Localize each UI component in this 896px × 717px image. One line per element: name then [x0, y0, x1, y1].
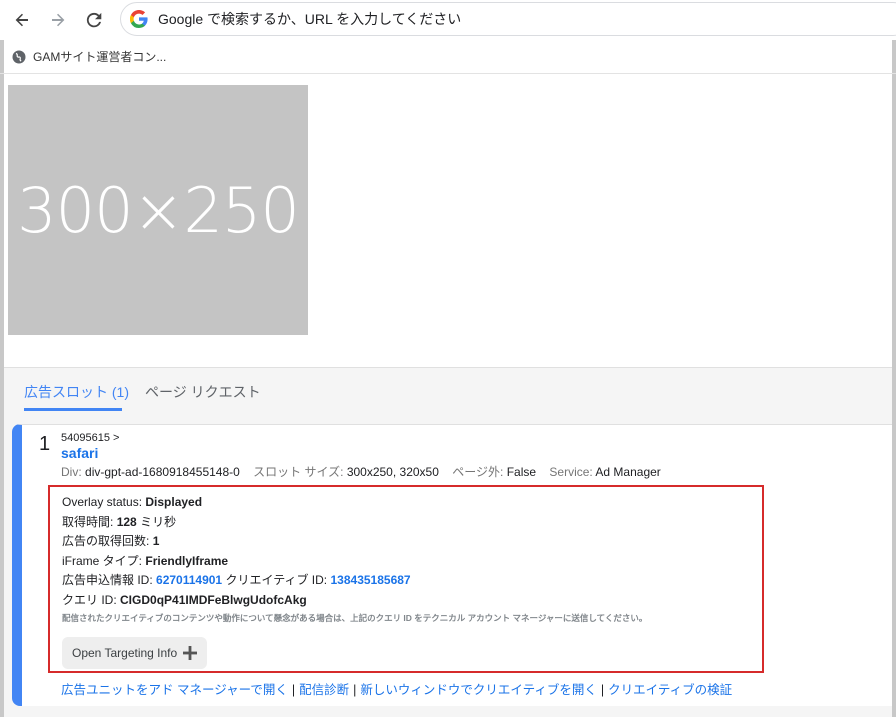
link-separator: | — [291, 683, 296, 697]
omnibox-placeholder: Google で検索するか、URL を入力してください — [158, 11, 462, 27]
console-tabs: 広告スロット (1) ページ リクエスト — [4, 368, 892, 412]
arrow-right-icon — [52, 13, 65, 27]
reload-button[interactable] — [82, 8, 106, 32]
creative-label: クリエイティブ ID: — [225, 573, 328, 587]
verify-creative-link[interactable]: クリエイティブの検証 — [608, 683, 732, 697]
slot-path[interactable]: 54095615 > — [61, 432, 119, 444]
query-value: CIGD0qP41IMDFeBlwgUdofcAkg — [120, 592, 307, 607]
omnibox[interactable]: Google で検索するか、URL を入力してください — [120, 2, 896, 36]
tab-page-request[interactable]: ページ リクエスト — [145, 382, 261, 402]
ad-slot-card: 1 54095615 > safari Div: div-gpt-ad-1680… — [12, 424, 892, 706]
div-value: div-gpt-ad-1680918455148-0 — [85, 465, 240, 479]
overlay-status-row: Overlay status: Displayed — [62, 493, 750, 513]
query-label: クエリ ID: — [62, 592, 117, 607]
link-separator: | — [353, 683, 357, 697]
slot-meta: Div: div-gpt-ad-1680918455148-0 スロット サイズ… — [61, 463, 671, 480]
fetch-count-value: 1 — [152, 534, 160, 548]
lineitem-label: 広告申込情報 ID: — [62, 573, 153, 587]
delivery-diagnostics-link[interactable]: 配信診断 — [299, 683, 349, 697]
lineitem-id-link[interactable]: 6270114901 — [156, 573, 222, 587]
iframe-label: iFrame タイプ: — [62, 553, 143, 568]
globe-icon — [12, 50, 26, 63]
overlay-label: Overlay status: — [62, 495, 143, 509]
browser-toolbar: Google で検索するか、URL を入力してください — [0, 0, 896, 40]
query-id-note: 配信されたクリエイティブのコンテンツや動作について懸念がある場合は、上記のクエリ… — [62, 613, 648, 623]
fetch-time-row: 取得時間: 128 ミリ秒 — [62, 513, 750, 533]
link-separator: | — [600, 683, 605, 697]
ad-size-label: 300×250 — [17, 173, 300, 247]
slot-size-value: 300x250, 320x50 — [346, 465, 439, 479]
forward-button[interactable] — [46, 8, 70, 32]
bookmarks-bar: GAMサイト運営者コン... — [0, 40, 896, 74]
google-logo-icon — [130, 10, 148, 28]
fetch-count-row: 広告の取得回数: 1 — [62, 532, 750, 552]
bookmark-item[interactable]: GAMサイト運営者コン... — [33, 48, 166, 65]
publisher-console: 広告スロット (1) ページ リクエスト 1 54095615 > safari… — [4, 367, 892, 717]
ids-row: 広告申込情報 ID: 6270114901 クリエイティブ ID: 138435… — [62, 571, 750, 591]
fetch-count-label: 広告の取得回数: — [62, 534, 150, 548]
fetch-time-unit: ミリ秒 — [140, 514, 177, 529]
slot-details-highlight: Overlay status: Displayed 取得時間: 128 ミリ秒 … — [48, 485, 764, 673]
slot-number: 1 — [39, 433, 51, 455]
reload-icon — [86, 12, 102, 28]
targeting-button-label: Open Targeting Info — [72, 646, 178, 660]
overlay-value: Displayed — [145, 495, 203, 509]
active-tab-indicator — [24, 408, 122, 411]
query-id-row: クエリ ID: CIGD0qP41IMDFeBlwgUdofcAkg — [62, 591, 750, 611]
creative-id-link[interactable]: 138435185687 — [331, 573, 411, 587]
service-value: Ad Manager — [595, 465, 661, 479]
open-creative-new-window-link[interactable]: 新しいウィンドウでクリエイティブを開く — [360, 683, 597, 697]
plus-icon — [183, 646, 198, 660]
outside-page-label: ページ外: — [452, 465, 504, 479]
outside-page-value: False — [506, 465, 537, 479]
ad-placeholder[interactable]: 300×250 — [8, 85, 308, 335]
open-in-ad-manager-link[interactable]: 広告ユニットをアド マネージャーで開く — [61, 683, 288, 697]
tab-ad-slots[interactable]: 広告スロット (1) — [24, 382, 129, 402]
open-targeting-info-button[interactable]: Open Targeting Info — [62, 637, 208, 669]
service-label: Service: — [549, 465, 593, 479]
iframe-value: FriendlyIframe — [145, 553, 229, 568]
iframe-type-row: iFrame タイプ: FriendlyIframe — [62, 552, 750, 572]
fetch-time-value: 128 — [116, 514, 137, 529]
slot-name[interactable]: safari — [61, 445, 98, 461]
arrow-left-icon — [15, 13, 28, 27]
back-button[interactable] — [10, 8, 34, 32]
slot-size-label: スロット サイズ: — [253, 465, 344, 479]
fetch-time-label: 取得時間: — [62, 514, 114, 529]
slot-action-links: 広告ユニットをアド マネージャーで開く | 配信診断 | 新しいウィンドウでクリエイティ… — [61, 679, 732, 698]
div-label: Div: — [61, 465, 82, 479]
